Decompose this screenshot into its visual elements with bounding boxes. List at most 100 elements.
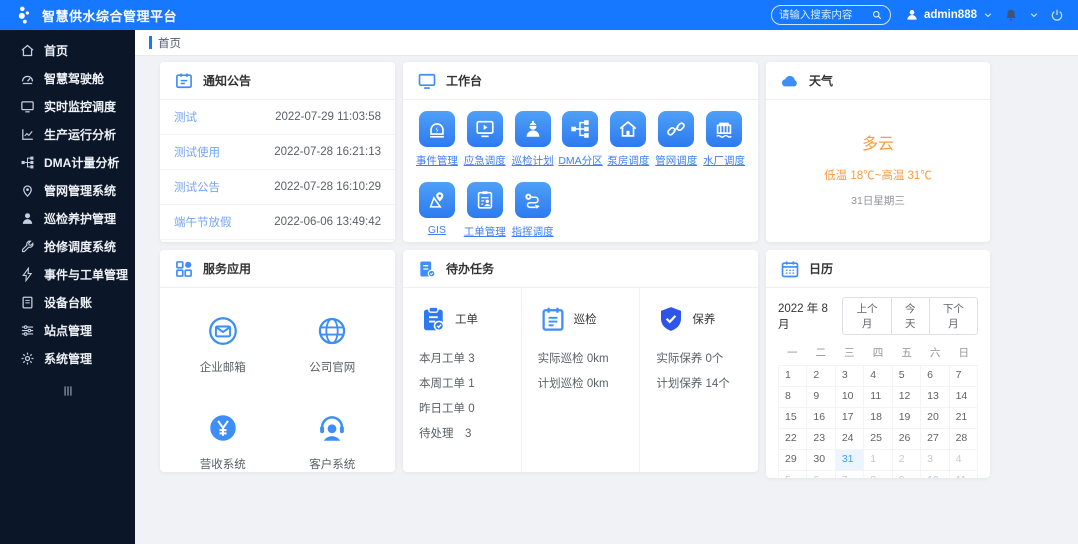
tab-home[interactable]: 首页: [149, 35, 181, 51]
workbench-app-tile[interactable]: [466, 182, 503, 218]
calendar-day[interactable]: 10: [835, 387, 865, 408]
calendar-day[interactable]: 2: [807, 366, 836, 387]
service-app[interactable]: 客户系统: [278, 411, 388, 472]
calendar-day[interactable]: 6: [807, 471, 836, 478]
workbench-app-tile[interactable]: [418, 182, 455, 218]
workbench-app-label[interactable]: 管网调度: [655, 153, 697, 168]
workbench-app[interactable]: 泵房调度: [604, 111, 652, 168]
workbench-app-tile[interactable]: [706, 111, 743, 147]
calendar-day[interactable]: 6: [921, 366, 950, 387]
calendar-day[interactable]: 7: [836, 471, 865, 478]
sidebar-item[interactable]: 设备台账: [0, 288, 135, 316]
calendar-day[interactable]: 12: [892, 387, 922, 408]
today-button[interactable]: 今天: [891, 297, 930, 335]
workbench-app-label[interactable]: 应急调度: [464, 153, 506, 168]
prev-month-button[interactable]: 上个月: [842, 297, 892, 335]
sidebar-item[interactable]: 事件与工单管理: [0, 260, 135, 288]
workbench-app[interactable]: GIS: [413, 182, 461, 239]
calendar-day[interactable]: 27: [921, 429, 950, 450]
workbench-app-label[interactable]: 事件管理: [416, 153, 458, 168]
calendar-day[interactable]: 3: [921, 450, 950, 471]
calendar-day[interactable]: 4: [949, 450, 978, 471]
workbench-app[interactable]: 巡检计划: [509, 111, 557, 168]
workbench-app-tile[interactable]: [514, 182, 551, 218]
calendar-day[interactable]: 23: [807, 429, 836, 450]
calendar-day[interactable]: 13: [921, 387, 950, 408]
calendar-day[interactable]: 31: [835, 450, 865, 471]
sidebar-item[interactable]: 管网管理系统: [0, 176, 135, 204]
calendar-day[interactable]: 5: [779, 471, 808, 478]
sidebar-item[interactable]: 站点管理: [0, 316, 135, 344]
calendar-day[interactable]: 10: [921, 471, 950, 478]
notice-link[interactable]: 端午节放假: [174, 214, 232, 230]
workbench-app-label[interactable]: 巡检计划: [512, 153, 554, 168]
search-input[interactable]: [778, 9, 871, 21]
calendar-day[interactable]: 19: [892, 408, 922, 429]
calendar-day[interactable]: 20: [921, 408, 950, 429]
sidebar-item[interactable]: 巡检养护管理: [0, 204, 135, 232]
workbench-app[interactable]: 水厂调度: [700, 111, 748, 168]
workbench-app-tile[interactable]: [562, 111, 599, 147]
calendar-day[interactable]: 30: [807, 450, 836, 471]
calendar-day[interactable]: 15: [779, 408, 808, 429]
calendar-day[interactable]: 17: [835, 408, 865, 429]
next-month-button[interactable]: 下个月: [929, 297, 979, 335]
sidebar-item[interactable]: 抢修调度系统: [0, 232, 135, 260]
calendar-day[interactable]: 9: [893, 471, 922, 478]
calendar-day[interactable]: 11: [864, 387, 893, 408]
calendar-day[interactable]: 9: [807, 387, 836, 408]
bell-icon[interactable]: [1004, 8, 1018, 22]
workbench-app-label[interactable]: DMA分区: [558, 153, 602, 168]
calendar-day[interactable]: 7: [949, 366, 978, 387]
workbench-app-label[interactable]: 指挥调度: [512, 224, 554, 239]
workbench-app-tile[interactable]: [610, 111, 647, 147]
workbench-app-label[interactable]: 水厂调度: [703, 153, 745, 168]
calendar-day[interactable]: 24: [835, 429, 865, 450]
workbench-app[interactable]: 工单管理: [461, 182, 509, 239]
notice-link[interactable]: 测试: [174, 109, 197, 125]
workbench-app-tile[interactable]: [418, 111, 455, 147]
collapse-sidebar-icon[interactable]: [61, 384, 75, 398]
sidebar-item[interactable]: 首页: [0, 36, 135, 64]
sidebar-item[interactable]: 智慧驾驶舱: [0, 64, 135, 92]
search-icon[interactable]: [871, 9, 883, 21]
calendar-day[interactable]: 25: [864, 429, 893, 450]
calendar-day[interactable]: 22: [779, 429, 808, 450]
calendar-day[interactable]: 18: [864, 408, 893, 429]
calendar-day[interactable]: 5: [892, 366, 922, 387]
chevron-down-icon[interactable]: [1028, 9, 1040, 21]
workbench-app[interactable]: 应急调度: [461, 111, 509, 168]
calendar-day[interactable]: 3: [835, 366, 865, 387]
power-icon[interactable]: [1050, 8, 1064, 22]
calendar-day[interactable]: 8: [864, 471, 893, 478]
calendar-day[interactable]: 1: [864, 450, 893, 471]
calendar-day[interactable]: 8: [779, 387, 808, 408]
notice-link[interactable]: 测试使用: [174, 144, 220, 160]
workbench-app[interactable]: 事件管理: [413, 111, 461, 168]
calendar-day[interactable]: 16: [807, 408, 836, 429]
workbench-app-tile[interactable]: [658, 111, 695, 147]
workbench-app-label[interactable]: 工单管理: [464, 224, 506, 239]
notice-link[interactable]: 测试公告: [174, 179, 220, 195]
calendar-day[interactable]: 14: [949, 387, 978, 408]
calendar-day[interactable]: 28: [949, 429, 978, 450]
calendar-day[interactable]: 4: [864, 366, 893, 387]
workbench-app[interactable]: 管网调度: [652, 111, 700, 168]
workbench-app[interactable]: 指挥调度: [509, 182, 557, 239]
workbench-app-label[interactable]: 泵房调度: [607, 153, 649, 168]
service-app[interactable]: 公司官网: [278, 314, 388, 375]
workbench-app-tile[interactable]: [466, 111, 503, 147]
sidebar-item[interactable]: DMA计量分析: [0, 148, 135, 176]
workbench-app-tile[interactable]: [514, 111, 551, 147]
sidebar-item[interactable]: 系统管理: [0, 344, 135, 372]
calendar-day[interactable]: 29: [779, 450, 808, 471]
sidebar-item[interactable]: 生产运行分析: [0, 120, 135, 148]
calendar-day[interactable]: 21: [949, 408, 978, 429]
user-menu[interactable]: admin888: [905, 8, 994, 22]
workbench-app-label[interactable]: GIS: [428, 224, 446, 236]
chevron-down-icon[interactable]: [982, 9, 994, 21]
calendar-day[interactable]: 1: [779, 366, 808, 387]
global-search[interactable]: [770, 5, 891, 25]
calendar-day[interactable]: 26: [892, 429, 922, 450]
sidebar-item[interactable]: 实时监控调度: [0, 92, 135, 120]
